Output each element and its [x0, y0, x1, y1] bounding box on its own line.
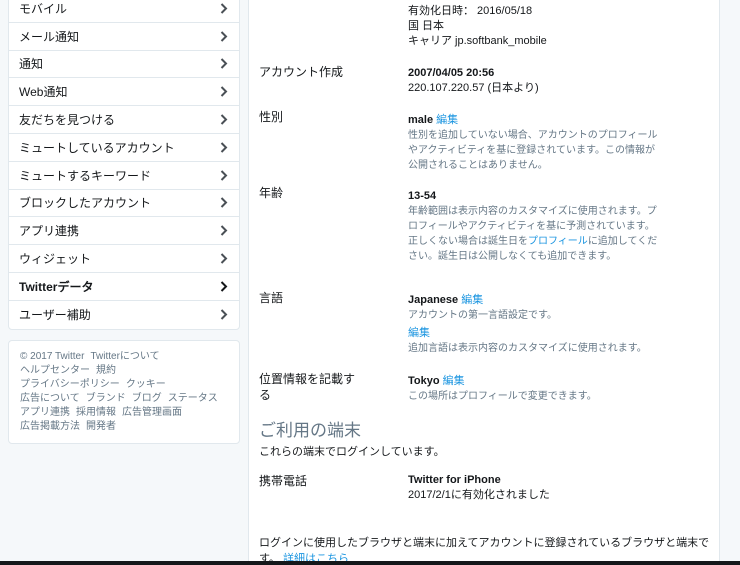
footer-link-blog[interactable]: ブログ: [132, 393, 162, 404]
window-bottom-edge: [0, 561, 740, 565]
settings-sidebar: モバイル メール通知 通知 Web通知 友だちを見つける ミュートしているアカウ…: [8, 0, 240, 444]
device-name: Twitter for iPhone: [408, 474, 501, 486]
chevron-right-icon: [219, 30, 229, 42]
language-edit-link[interactable]: 編集: [461, 294, 483, 306]
sidebar-item-label: Web通知: [19, 85, 68, 100]
footer-link-advertise[interactable]: 広告掲載方法: [20, 421, 80, 432]
footer-link-status[interactable]: ステータス: [168, 393, 218, 404]
additional-language-edit-link[interactable]: 編集: [408, 327, 430, 339]
mobile-phone-label: 携帯電話: [259, 474, 308, 488]
sidebar-item-accessibility[interactable]: ユーザー補助: [9, 301, 239, 329]
sidebar-item-label: 友だちを見つける: [19, 113, 116, 128]
footer-link-about[interactable]: Twitterについて: [90, 351, 159, 362]
sidebar-item-blocked-accounts[interactable]: ブロックしたアカウント: [9, 190, 239, 218]
location-edit-link[interactable]: 編集: [443, 375, 465, 387]
profile-link[interactable]: プロフィール: [528, 236, 588, 247]
account-creation-datetime: 2007/04/05 20:56: [408, 67, 495, 79]
gender-text: male: [408, 114, 434, 126]
sidebar-item-twitter-data[interactable]: Twitterデータ: [9, 273, 239, 301]
account-creation-ip: 220.107.220.57 (日本より): [408, 82, 539, 94]
chevron-right-icon: [219, 197, 229, 209]
sidebar-item-widgets[interactable]: ウィジェット: [9, 245, 239, 273]
sidebar-item-label: モバイル: [19, 1, 68, 16]
phone-activated: 有効化日時： 2016/05/18: [408, 5, 533, 17]
location-description: この場所はプロフィールで変更できます。: [408, 391, 597, 402]
footer-link-terms[interactable]: 規約: [96, 365, 116, 376]
language-text: Japanese: [408, 294, 459, 306]
device-entry: Twitter for iPhone 2017/2/1に有効化されました: [408, 473, 550, 503]
gender-label: 性別: [259, 110, 284, 124]
sidebar-item-apps[interactable]: アプリ連携: [9, 217, 239, 246]
sidebar-item-label: ブロックしたアカウント: [19, 196, 152, 211]
devices-intro: これらの端末でログインしています。: [259, 446, 445, 458]
footer-link-privacy[interactable]: プライバシーポリシー: [20, 379, 120, 390]
device-activated: 2017/2/1に有効化されました: [408, 489, 550, 501]
sidebar-item-muted-words[interactable]: ミュートするキーワード: [9, 162, 239, 190]
age-description: 年齢範囲は表示内容のカスタマイズに使用されます。プロフィールやアクティビティを基…: [408, 204, 658, 264]
footer-link-cookies[interactable]: クッキー: [126, 379, 166, 390]
footer-link-ads-info[interactable]: 広告について: [20, 393, 80, 404]
language-description: アカウントの第一言語設定です。: [408, 310, 557, 321]
sidebar-item-label: ユーザー補助: [19, 308, 91, 323]
chevron-right-icon: [219, 169, 229, 181]
chevron-right-icon: [219, 114, 229, 126]
chevron-right-icon: [219, 280, 229, 292]
sidebar-item-label: ミュートしているアカウント: [19, 140, 175, 155]
language-value: Japanese 編集 アカウントの第一言語設定です。 編集 追加言語は表示内容…: [408, 293, 658, 356]
sidebar-item-label: Twitterデータ: [19, 279, 94, 294]
sidebar-item-notifications[interactable]: 通知: [9, 51, 239, 79]
sidebar-item-find-friends[interactable]: 友だちを見つける: [9, 106, 239, 134]
sidebar-footer: © 2017 Twitter Twitterについて ヘルプセンター 規約 プライバ…: [8, 339, 240, 444]
phone-details: 有効化日時： 2016/05/18 国 日本 キャリア jp.softbank_…: [408, 4, 547, 49]
chevron-right-icon: [219, 86, 229, 98]
footer-link-apps[interactable]: アプリ連携: [20, 407, 70, 418]
footer-link-jobs[interactable]: 採用情報: [76, 407, 116, 418]
chevron-right-icon: [219, 253, 229, 265]
twitter-data-panel: 有効化日時： 2016/05/18 国 日本 キャリア jp.softbank_…: [248, 0, 720, 565]
footer-link-help[interactable]: ヘルプセンター: [20, 365, 90, 376]
additional-language-description: 追加言語は表示内容のカスタマイズに使用されます。: [408, 343, 647, 354]
phone-carrier: キャリア jp.softbank_mobile: [408, 35, 547, 47]
location-text: Tokyo: [408, 375, 440, 387]
footer-link-ads-manager[interactable]: 広告管理画面: [122, 407, 182, 418]
chevron-right-icon: [219, 58, 229, 70]
location-value: Tokyo 編集 この場所はプロフィールで変更できます。: [408, 374, 658, 404]
gender-description: 性別を追加していない場合、アカウントのプロフィールやアクティビティを基に登録され…: [408, 130, 658, 171]
footer-link-developers[interactable]: 開発者: [86, 421, 116, 432]
chevron-right-icon: [219, 309, 229, 321]
sidebar-item-web-notifications[interactable]: Web通知: [9, 78, 239, 107]
language-label: 言語: [259, 291, 284, 305]
chevron-right-icon: [219, 2, 229, 14]
sidebar-item-email-notifications[interactable]: メール通知: [9, 23, 239, 51]
age-label: 年齢: [259, 186, 284, 200]
devices-section-title: ご利用の端末: [259, 421, 361, 440]
sidebar-item-label: 通知: [19, 57, 44, 72]
sidebar-item-mobile[interactable]: モバイル: [9, 0, 239, 23]
account-creation-label: アカウント作成: [259, 65, 344, 79]
age-text: 13-54: [408, 190, 437, 202]
sidebar-item-label: メール通知: [19, 29, 80, 44]
footer-link-brand[interactable]: ブランド: [86, 393, 126, 404]
sidebar-item-label: ウィジェット: [19, 252, 92, 267]
settings-nav: モバイル メール通知 通知 Web通知 友だちを見つける ミュートしているアカウ…: [8, 0, 240, 330]
copyright-text: © 2017 Twitter: [20, 350, 85, 362]
chevron-right-icon: [219, 225, 229, 237]
sidebar-item-muted-accounts[interactable]: ミュートしているアカウント: [9, 134, 239, 162]
sidebar-item-label: ミュートするキーワード: [19, 168, 152, 183]
gender-value: male 編集 性別を追加していない場合、アカウントのプロフィールやアクティビテ…: [408, 113, 658, 173]
gender-edit-link[interactable]: 編集: [436, 114, 458, 126]
account-creation-value: 2007/04/05 20:56 220.107.220.57 (日本より): [408, 66, 539, 96]
phone-country: 国 日本: [408, 20, 445, 32]
age-value: 13-54 年齢範囲は表示内容のカスタマイズに使用されます。プロフィールやアクテ…: [408, 189, 658, 264]
location-label: 位置情報を記載する: [259, 372, 356, 402]
chevron-right-icon: [219, 141, 229, 153]
sidebar-item-label: アプリ連携: [19, 224, 80, 239]
